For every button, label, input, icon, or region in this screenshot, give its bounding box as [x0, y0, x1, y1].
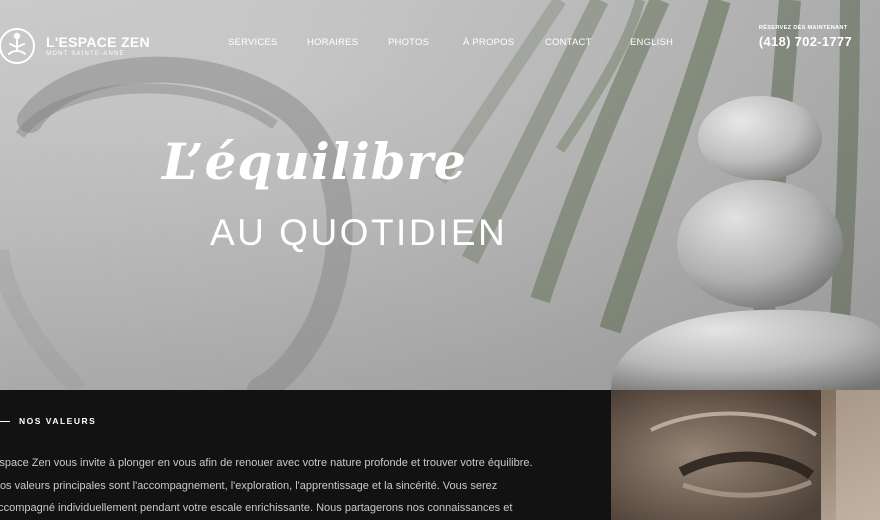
values-title-dash	[0, 421, 10, 422]
values-title: NOS VALEURS	[19, 416, 97, 426]
reservation-label: RÉSERVEZ DÈS MAINTENANT	[758, 25, 848, 31]
nav-item-services[interactable]: SERVICES	[228, 37, 277, 48]
hero-subtitle: AU QUOTIDIEN	[210, 212, 508, 253]
site-header: L'ESPACE ZEN MONT SAINTE-ANNE SERVICES H…	[0, 0, 880, 90]
hero-script-title: L’équilibre	[162, 132, 467, 191]
reservation-phone[interactable]: (418) 702-1777	[759, 34, 852, 49]
nav-item-a-propos[interactable]: À PROPOS	[463, 37, 514, 48]
values-paragraph: Espace Zen vous invite à plonger en vous…	[0, 452, 551, 520]
nav-item-photos[interactable]: PHOTOS	[388, 37, 429, 48]
hero-section: L'ESPACE ZEN MONT SAINTE-ANNE SERVICES H…	[0, 0, 880, 390]
values-section: NOS VALEURS Espace Zen vous invite à plo…	[0, 390, 611, 520]
main-nav: SERVICES HORAIRES PHOTOS À PROPOS CONTAC…	[0, 37, 880, 53]
buddha-face-image	[611, 390, 880, 520]
values-line: Espace Zen vous invite à plonger en vous…	[0, 457, 533, 469]
nav-item-horaires[interactable]: HORAIRES	[307, 37, 358, 48]
page: L'ESPACE ZEN MONT SAINTE-ANNE SERVICES H…	[0, 0, 880, 520]
nav-item-english[interactable]: ENGLISH	[630, 37, 673, 48]
values-line: Nos valeurs principales sont l'accompagn…	[0, 479, 498, 492]
nav-item-contact[interactable]: CONTACT	[545, 37, 592, 48]
reservation-block[interactable]: RÉSERVEZ DÈS MAINTENANT (418) 702-1777	[759, 25, 852, 49]
values-line: accompagné individuellement pendant votr…	[0, 502, 513, 514]
